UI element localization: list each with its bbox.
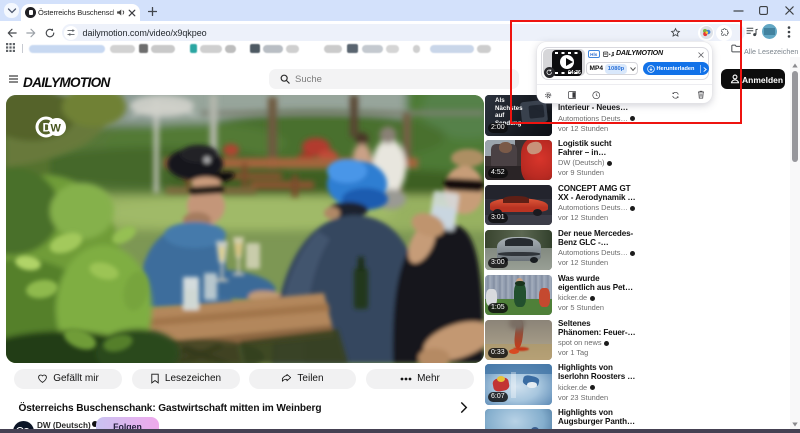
svg-text:W: W bbox=[51, 123, 62, 135]
